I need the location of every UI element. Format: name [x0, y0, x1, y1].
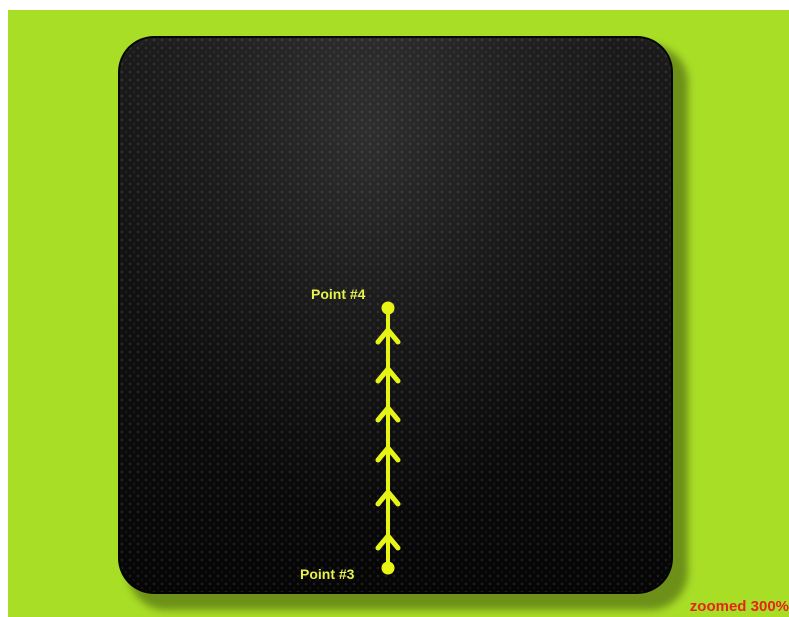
- zoom-level-label: zoomed 300%: [689, 598, 789, 615]
- point-3-label: Point #3: [300, 566, 355, 582]
- dark-panel: Point #4 Point #3: [118, 36, 673, 594]
- canvas-area: Point #4 Point #3 zoomed 300%: [8, 10, 789, 617]
- point-4-label: Point #4: [311, 286, 366, 302]
- point-3-marker[interactable]: [381, 561, 395, 575]
- path-layer: [375, 301, 401, 575]
- point-4-marker[interactable]: [381, 301, 395, 315]
